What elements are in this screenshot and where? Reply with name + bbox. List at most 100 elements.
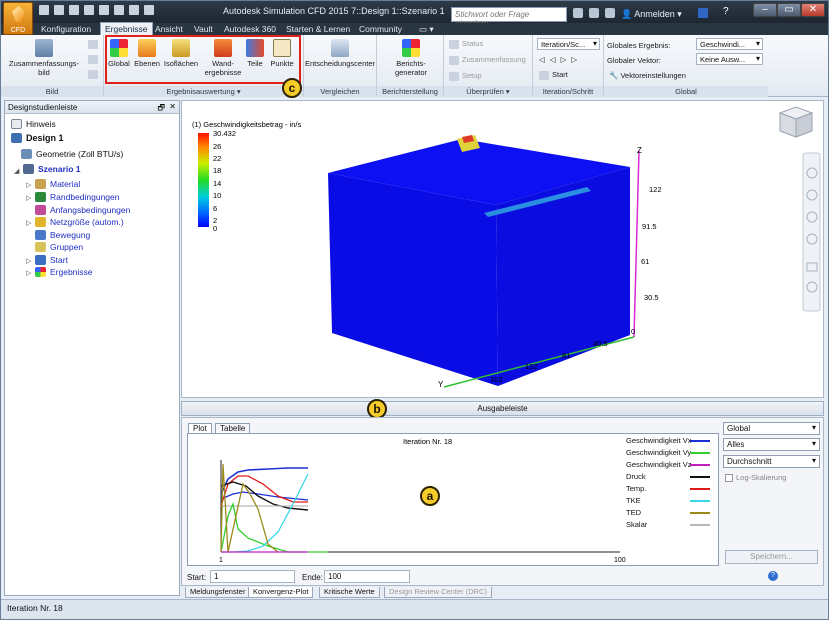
legend-swatch-ted [690, 512, 710, 514]
summary-button[interactable]: Zusammenfassung [449, 55, 526, 65]
tree-item-bewegung[interactable]: Bewegung [35, 230, 90, 240]
summary-image-button[interactable]: Zusammenfassungs-bild [5, 39, 83, 77]
settings-icon[interactable] [144, 5, 154, 15]
tree-item-design-1[interactable]: Design 1 [11, 133, 64, 143]
tree-item-start[interactable]: Start [35, 255, 68, 265]
scope-select[interactable]: Global [723, 422, 820, 435]
tree-item-gruppen[interactable]: Gruppen [35, 242, 83, 252]
next-step-icon[interactable]: ▷ [561, 55, 572, 64]
search-input[interactable]: Stichwort oder Frage eingeben [451, 7, 567, 28]
scenario-icon [23, 164, 34, 174]
tab-community[interactable]: Community [355, 23, 406, 35]
expand-icon[interactable]: ▷ [26, 257, 31, 265]
tree-item-hinweis[interactable]: Hinweis [11, 119, 56, 129]
new-icon[interactable] [39, 5, 49, 15]
help-icon[interactable]: ? [768, 571, 778, 581]
tab-konfiguration[interactable]: Konfiguration [37, 23, 95, 35]
image-option-icon[interactable] [88, 55, 98, 64]
save-as-icon[interactable] [84, 5, 94, 15]
start-label: Start [552, 70, 568, 79]
save-icon[interactable] [69, 5, 79, 15]
legend-swatch-temp [690, 488, 710, 490]
help-button[interactable]: ? [723, 6, 729, 17]
tab-ergebnisse[interactable]: Ergebnisse [100, 22, 153, 36]
tab-autodesk-360[interactable]: Autodesk 360 [220, 23, 280, 35]
solve-icon [35, 255, 46, 265]
last-step-icon[interactable]: ▷ [571, 55, 582, 64]
model-viewport[interactable]: (1) Geschwindigkeitsbetrag - in/s 30.432… [181, 100, 824, 398]
status-bar: Iteration Nr. 18 [1, 599, 828, 619]
tree-item-anfangsbedingungen[interactable]: Anfangsbedingungen [35, 205, 130, 215]
tab-konvergenz-plot[interactable]: Konvergenz-Plot [248, 587, 314, 598]
log-scale-checkbox[interactable]: Log-Skalierung [725, 473, 786, 483]
image-option-icon[interactable] [88, 40, 98, 49]
step-navigation: ◁◁▷▷ [539, 55, 582, 64]
binoculars-icon[interactable] [573, 8, 583, 18]
boundary-conditions-icon [35, 192, 46, 202]
highlight-box-c [105, 35, 301, 84]
expand-icon[interactable]: ▷ [26, 269, 31, 277]
tab-meldungsfenster[interactable]: Meldungsfenster [185, 587, 251, 598]
tab-kritische-werte[interactable]: Kritische Werte [319, 587, 380, 598]
close-sidebar-icon[interactable]: ✕ [169, 102, 176, 111]
expand-icon[interactable]: ▷ [26, 219, 31, 227]
start-field[interactable]: 1 [210, 570, 295, 583]
series-line-vx [220, 467, 308, 495]
tree-label: Netzgröße (autom.) [50, 217, 124, 227]
open-icon[interactable] [54, 5, 64, 15]
sign-in-button[interactable]: 👤 Anmelden ▾ [621, 9, 682, 20]
tree-label: Gruppen [50, 242, 84, 252]
tree-item-randbedingungen[interactable]: Randbedingungen [35, 192, 119, 202]
output-bar-header[interactable]: Ausgabeleiste [181, 401, 824, 416]
panel-footer-ergebnisauswertung[interactable]: Ergebnisauswertung ▾ [104, 86, 303, 97]
tree-item-szenario-1[interactable]: Szenario 1 [23, 164, 81, 174]
restore-button[interactable]: ▭ [777, 3, 801, 17]
tree-item-geometrie[interactable]: Geometrie (Zoll BTU/s) [21, 149, 123, 159]
close-button[interactable]: ✕ [801, 3, 825, 17]
status-button[interactable]: Status [449, 39, 483, 49]
tab-vault[interactable]: Vault [190, 23, 217, 35]
panel-footer-ueberpruefen[interactable]: Überprüfen ▾ [444, 86, 532, 97]
application-menu-button[interactable]: CFD [3, 2, 33, 35]
iteration-dropdown[interactable]: Iteration/Sc... [537, 38, 600, 50]
panel-footer-label: Überprüfen [466, 87, 504, 96]
minimize-button[interactable]: – [753, 3, 777, 17]
image-option-icon[interactable] [88, 70, 98, 79]
setup-button[interactable]: Setup [449, 71, 482, 81]
tab-ansicht[interactable]: Ansicht [151, 23, 187, 35]
collapse-icon[interactable]: ◢ [14, 167, 19, 175]
decision-center-button[interactable]: Entscheidungscenter [304, 39, 376, 68]
tree-item-material[interactable]: Material [35, 179, 80, 189]
summary-image-label: Zusammenfassungs-bild [8, 59, 80, 77]
global-result-dropdown[interactable]: Geschwindi... [696, 38, 763, 50]
end-field[interactable]: 100 [324, 570, 410, 583]
exchange-icon[interactable] [698, 8, 708, 18]
redo-icon[interactable] [114, 5, 124, 15]
subscription-icon[interactable] [589, 8, 599, 18]
first-step-icon[interactable]: ◁ [539, 55, 550, 64]
prev-step-icon[interactable]: ◁ [550, 55, 561, 64]
vector-settings-button[interactable]: 🔧 Vektoreinstellungen [609, 71, 686, 80]
print-icon[interactable] [129, 5, 139, 15]
tab-design-review-center[interactable]: Design Review Center (DRC) [384, 587, 492, 598]
global-vector-dropdown[interactable]: Keine Ausw... [696, 53, 763, 65]
z-tick: 0 [631, 327, 635, 336]
expand-icon[interactable]: ▷ [26, 194, 31, 202]
ribbon-options-icon[interactable]: ▭ ▾ [415, 23, 438, 35]
tree-item-ergebnisse[interactable]: Ergebnisse [35, 267, 93, 277]
start-button[interactable]: Start [539, 70, 568, 80]
callout-c: c [282, 78, 302, 98]
undo-icon[interactable] [99, 5, 109, 15]
report-generator-button[interactable]: Berichts-generator [385, 39, 437, 77]
pin-icon[interactable]: 🗗 [157, 102, 165, 116]
favorites-icon[interactable] [605, 8, 615, 18]
quantity-select[interactable]: Alles [723, 438, 820, 451]
tab-starten-lernen[interactable]: Starten & Lernen [282, 23, 354, 35]
panel-ueberpruefen: Status Zusammenfassung Setup Überprüfen … [444, 35, 533, 97]
save-button[interactable]: Speichern... [725, 550, 818, 564]
expand-icon[interactable]: ▷ [26, 181, 31, 189]
end-label: Ende: [302, 573, 323, 582]
tree-label: Material [50, 179, 81, 189]
mode-select[interactable]: Durchschnitt [723, 455, 820, 468]
tree-item-netzgroesse[interactable]: Netzgröße (autom.) [35, 217, 124, 227]
